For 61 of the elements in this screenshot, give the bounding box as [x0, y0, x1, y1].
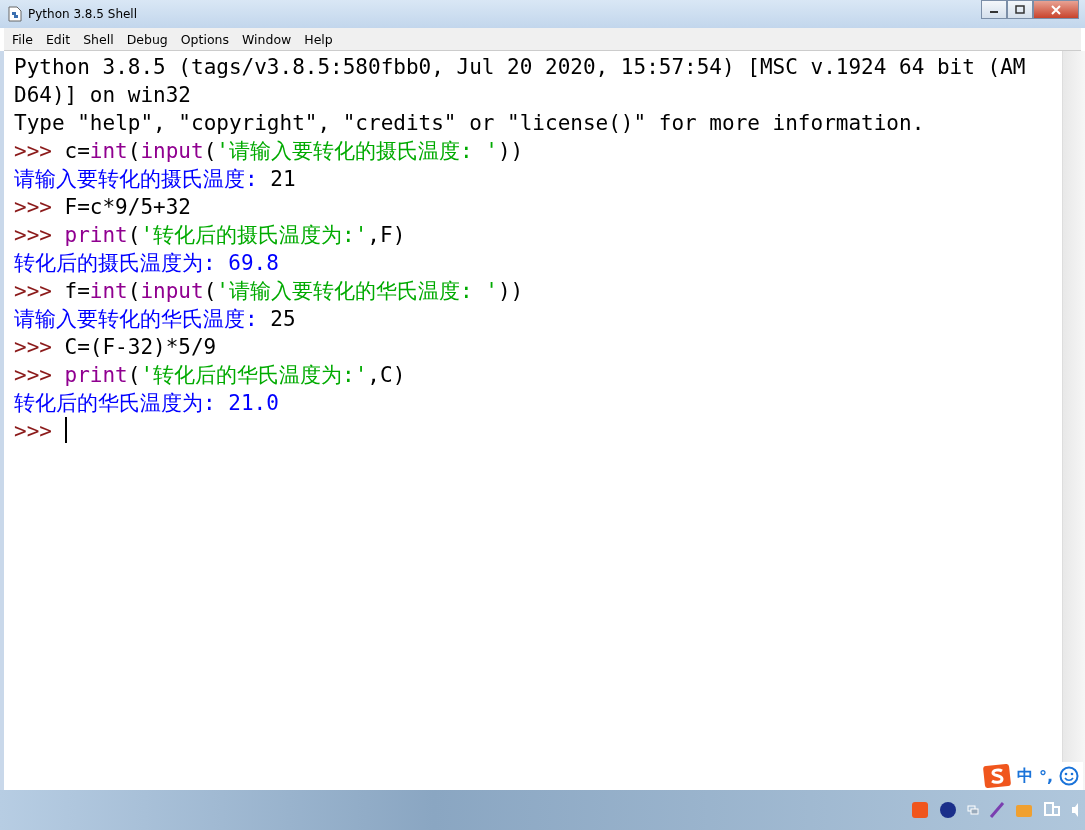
program-output: 转化后的华氏温度为: 21.0 — [14, 391, 279, 415]
code-text: ( — [127, 279, 141, 303]
string-literal: '转化后的摄氏温度为:' — [140, 223, 368, 247]
minimize-button[interactable] — [981, 0, 1007, 19]
code-text: )) — [497, 139, 524, 163]
scrollbar[interactable] — [1062, 51, 1085, 790]
builtin-name: int — [89, 279, 128, 303]
prompt-text: >>> — [14, 279, 52, 303]
menu-item[interactable]: Edit — [45, 31, 71, 47]
string-literal: '请输入要转化的华氏温度: ' — [216, 279, 498, 303]
code-text: 21 — [270, 167, 296, 191]
code-text: ( — [127, 223, 141, 247]
code-text: F=c*9/5+32 — [64, 195, 191, 219]
python-file-icon — [8, 6, 22, 22]
program-output: 请输入要转化的摄氏温度: — [14, 167, 259, 191]
builtin-name: print — [64, 223, 128, 247]
code-text: 25 — [270, 307, 296, 331]
menu-item[interactable]: Help — [304, 31, 333, 47]
input-mode-toggle[interactable]: 中 — [1016, 765, 1033, 787]
string-literal: '请输入要转化的摄氏温度: ' — [216, 139, 498, 163]
program-output: 转化后的摄氏温度为: 69.8 — [14, 251, 279, 275]
code-text: ( — [127, 363, 141, 387]
code-text: c= — [64, 139, 90, 163]
code-text: ,F) — [367, 223, 406, 247]
code-text: ( — [203, 279, 217, 303]
prompt-text: >>> — [14, 223, 52, 247]
banner-text: Type "help", "copyright", "credits" or "license()" for more information. — [14, 111, 925, 135]
code-text: C=(F-32)*5/9 — [64, 335, 217, 359]
builtin-name: input — [140, 279, 204, 303]
window-title: Python 3.8.5 Shell — [28, 7, 138, 21]
pen-icon[interactable] — [989, 801, 1005, 819]
maximize-icon — [1015, 5, 1025, 14]
punctuation-toggle[interactable]: °, — [1038, 766, 1053, 786]
program-output: 请输入要转化的华氏温度: — [14, 307, 259, 331]
builtin-name: int — [89, 139, 128, 163]
window-icon[interactable] — [967, 805, 979, 815]
banner-text: D64)] on win32 — [14, 83, 191, 107]
maximize-button[interactable] — [1007, 0, 1033, 19]
menu-item[interactable]: Window — [242, 31, 292, 47]
code-text: ,C) — [367, 363, 406, 387]
prompt-text: >>> — [14, 335, 52, 359]
string-literal: '转化后的华氏温度为:' — [140, 363, 368, 387]
menu-item[interactable]: File — [12, 31, 33, 47]
menu-item[interactable]: Debug — [126, 31, 168, 47]
prompt-text: >>> — [14, 419, 52, 443]
smiley-icon[interactable] — [1059, 766, 1079, 786]
code-text: ( — [127, 139, 141, 163]
code-text: f= — [64, 279, 90, 303]
prompt-text: >>> — [14, 195, 52, 219]
text-cursor — [64, 417, 67, 443]
code-text: ( — [203, 139, 217, 163]
menu-item[interactable]: Options — [180, 31, 229, 47]
prompt-text: >>> — [14, 363, 52, 387]
builtin-name: print — [64, 363, 128, 387]
menu-item[interactable]: Shell — [83, 31, 114, 47]
prompt-text: >>> — [14, 139, 52, 163]
banner-text: Python 3.8.5 (tags/v3.8.5:580fbb0, Jul 20 2020, 15:57:54) [MSC v.1924 64 bit (AM — [14, 55, 1026, 79]
builtin-name: input — [140, 139, 204, 163]
code-text: )) — [497, 279, 524, 303]
close-icon — [1050, 4, 1062, 15]
close-button[interactable] — [1033, 0, 1079, 19]
